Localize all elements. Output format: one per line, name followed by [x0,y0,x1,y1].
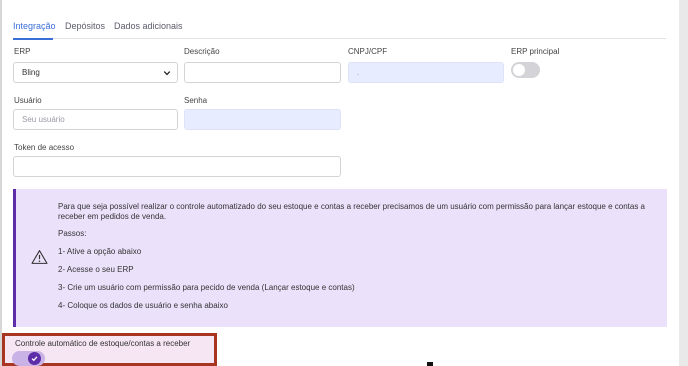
active-tab-indicator [13,38,53,40]
erp-label: ERP [14,47,31,56]
auto-control-highlight: Controle automático de estoque/contas a … [2,333,217,366]
tab-integracao[interactable]: Integração [13,21,56,31]
warning-icon [31,250,48,264]
auto-control-toggle[interactable] [12,351,45,366]
toggle-knob [28,352,41,365]
info-alert: Para que seja possível realizar o contro… [13,189,667,327]
scrollbar-track[interactable] [679,0,688,366]
usuario-placeholder: Seu usuário [22,115,65,124]
descricao-label: Descrição [184,47,220,56]
mouse-cursor [427,362,433,366]
toggle-knob [513,64,525,76]
alert-steps-title: Passos: [58,229,87,238]
erp-principal-toggle[interactable] [511,62,540,78]
cnpj-value: . [357,68,360,77]
cnpj-label: CNPJ/CPF [348,47,388,56]
senha-input[interactable] [184,109,341,130]
cnpj-input[interactable]: . [348,62,504,83]
alert-step: 4- Coloque os dados de usuário e senha a… [58,301,228,310]
alert-step: 2- Acesse o seu ERP [58,265,134,274]
auto-control-label: Controle automático de estoque/contas a … [15,339,191,348]
senha-label: Senha [184,96,208,105]
alert-intro-line-2: receber em pedidos de venda. [58,212,167,221]
window-left-edge [0,0,2,366]
chevron-down-icon [163,71,171,76]
check-icon [31,356,38,362]
erp-select-value: Bling [22,68,40,77]
tab-bar: Integração Depósitos Dados adicionais [13,16,666,40]
alert-step: 3- Crie um usuário com permissão para pe… [58,283,355,292]
alert-step: 1- Ative a opção abaixo [58,247,142,256]
erp-principal-label: ERP principal [511,47,560,56]
descricao-input[interactable] [184,62,341,83]
usuario-input[interactable]: Seu usuário [13,109,178,130]
usuario-label: Usuário [14,96,42,105]
erp-select[interactable]: Bling [13,62,178,83]
tab-depositos[interactable]: Depósitos [65,21,105,31]
token-label: Token de acesso [14,143,75,152]
tab-dados-adicionais[interactable]: Dados adicionais [114,21,183,31]
token-input[interactable] [13,156,341,177]
